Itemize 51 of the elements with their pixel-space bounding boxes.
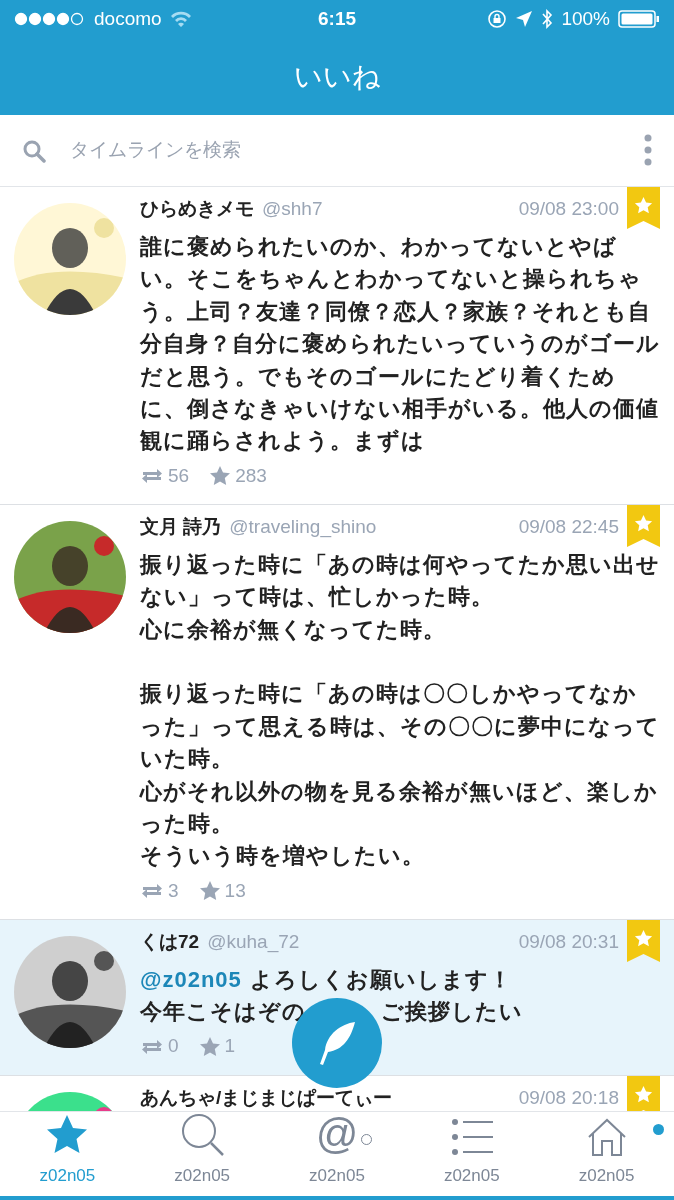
like-count: 1 xyxy=(224,1034,236,1059)
tweet-text: 誰に褒められたいのか、わかってないとやばい。そこをちゃんとわかってないと操られちゃう。上司？友達？同僚？恋人？家族？それとも自分自身？自分に褒められたいっていうのがゴールだと思う。でもそのゴールにたどり着くために、倒さなきゃいけない相手がいる。他人の価値観に踊らされよう。まずは xyxy=(140,233,660,456)
tweet-time: 09/08 20:18 xyxy=(518,1087,619,1108)
carrier-name: docomo xyxy=(94,6,162,31)
user-handle: @kuha_72 xyxy=(207,931,300,952)
retweet-count: 56 xyxy=(168,463,190,488)
page-title: いいね xyxy=(293,59,381,94)
user-name: くは72 xyxy=(140,931,200,952)
like-count: 283 xyxy=(235,463,267,488)
retweet-count: 0 xyxy=(168,1034,179,1059)
user-handle: @shh7 xyxy=(262,199,323,219)
tab-button[interactable]: z02n05 xyxy=(134,1112,270,1196)
mention-link[interactable]: @z02n05 xyxy=(140,966,242,992)
bluetooth-icon xyxy=(541,8,554,30)
tweet-time: 09/08 23:00 xyxy=(518,199,619,219)
tweet-text: 心がそれ以外の物を見る余裕が無いほど、楽しかった時。 xyxy=(140,777,659,839)
search-field[interactable]: タイムラインを検索 xyxy=(68,135,628,166)
battery-icon xyxy=(618,9,660,29)
retweet-count: 3 xyxy=(168,878,179,903)
user-handle: @traveling_shino xyxy=(229,516,377,537)
battery-percent: 100% xyxy=(561,6,610,31)
star-icon xyxy=(209,464,232,487)
star-icon xyxy=(198,879,221,902)
mention-icon: @ xyxy=(315,1110,359,1157)
location-arrow-icon xyxy=(515,10,534,28)
tab-button[interactable]: @ z02n05 xyxy=(269,1112,405,1196)
tweet-text: 振り返った時に「あの時は〇〇しかやってなかった」って思える時は、その〇〇に夢中になっていた時。 xyxy=(140,680,660,774)
like-count: 13 xyxy=(224,878,246,903)
tab-button[interactable]: z02n05 xyxy=(404,1112,540,1196)
user-name: 文月 詩乃 xyxy=(140,516,222,537)
user-name: あんちゃ/まじまじぱーてぃー xyxy=(140,1087,393,1108)
tab-button[interactable]: z02n05 xyxy=(539,1112,674,1196)
star-icon xyxy=(198,1035,221,1058)
tweet-text: ご挨拶したい xyxy=(380,999,523,1025)
list-icon xyxy=(450,1116,493,1157)
feather-icon xyxy=(317,1020,357,1066)
wifi-icon xyxy=(169,10,192,28)
tweet-text: 振り返った時に「あの時は何やってたか思い出せない」って時は、忙しかった時。 xyxy=(140,550,660,612)
tweet-text: 今年こそはぞの xyxy=(140,999,306,1025)
more-options-icon[interactable] xyxy=(644,133,652,168)
tweet-text: 心に余裕が無くなってた時。 xyxy=(140,615,447,644)
tab-button[interactable]: z02n05 xyxy=(0,1112,135,1196)
clock-time: 6:15 xyxy=(318,6,356,31)
tweet-text: @z02n05 よろしくお願いします！ xyxy=(140,965,513,994)
tweet-text: そういう時を増やしたい。 xyxy=(140,842,426,871)
user-name: ひらめきメモ xyxy=(140,199,254,219)
tweet-time: 09/08 20:31 xyxy=(518,931,619,952)
search-icon xyxy=(22,138,46,163)
tweet-time: 09/08 22:45 xyxy=(518,516,619,537)
rotation-lock-icon xyxy=(487,9,508,29)
home-icon xyxy=(586,1116,627,1157)
